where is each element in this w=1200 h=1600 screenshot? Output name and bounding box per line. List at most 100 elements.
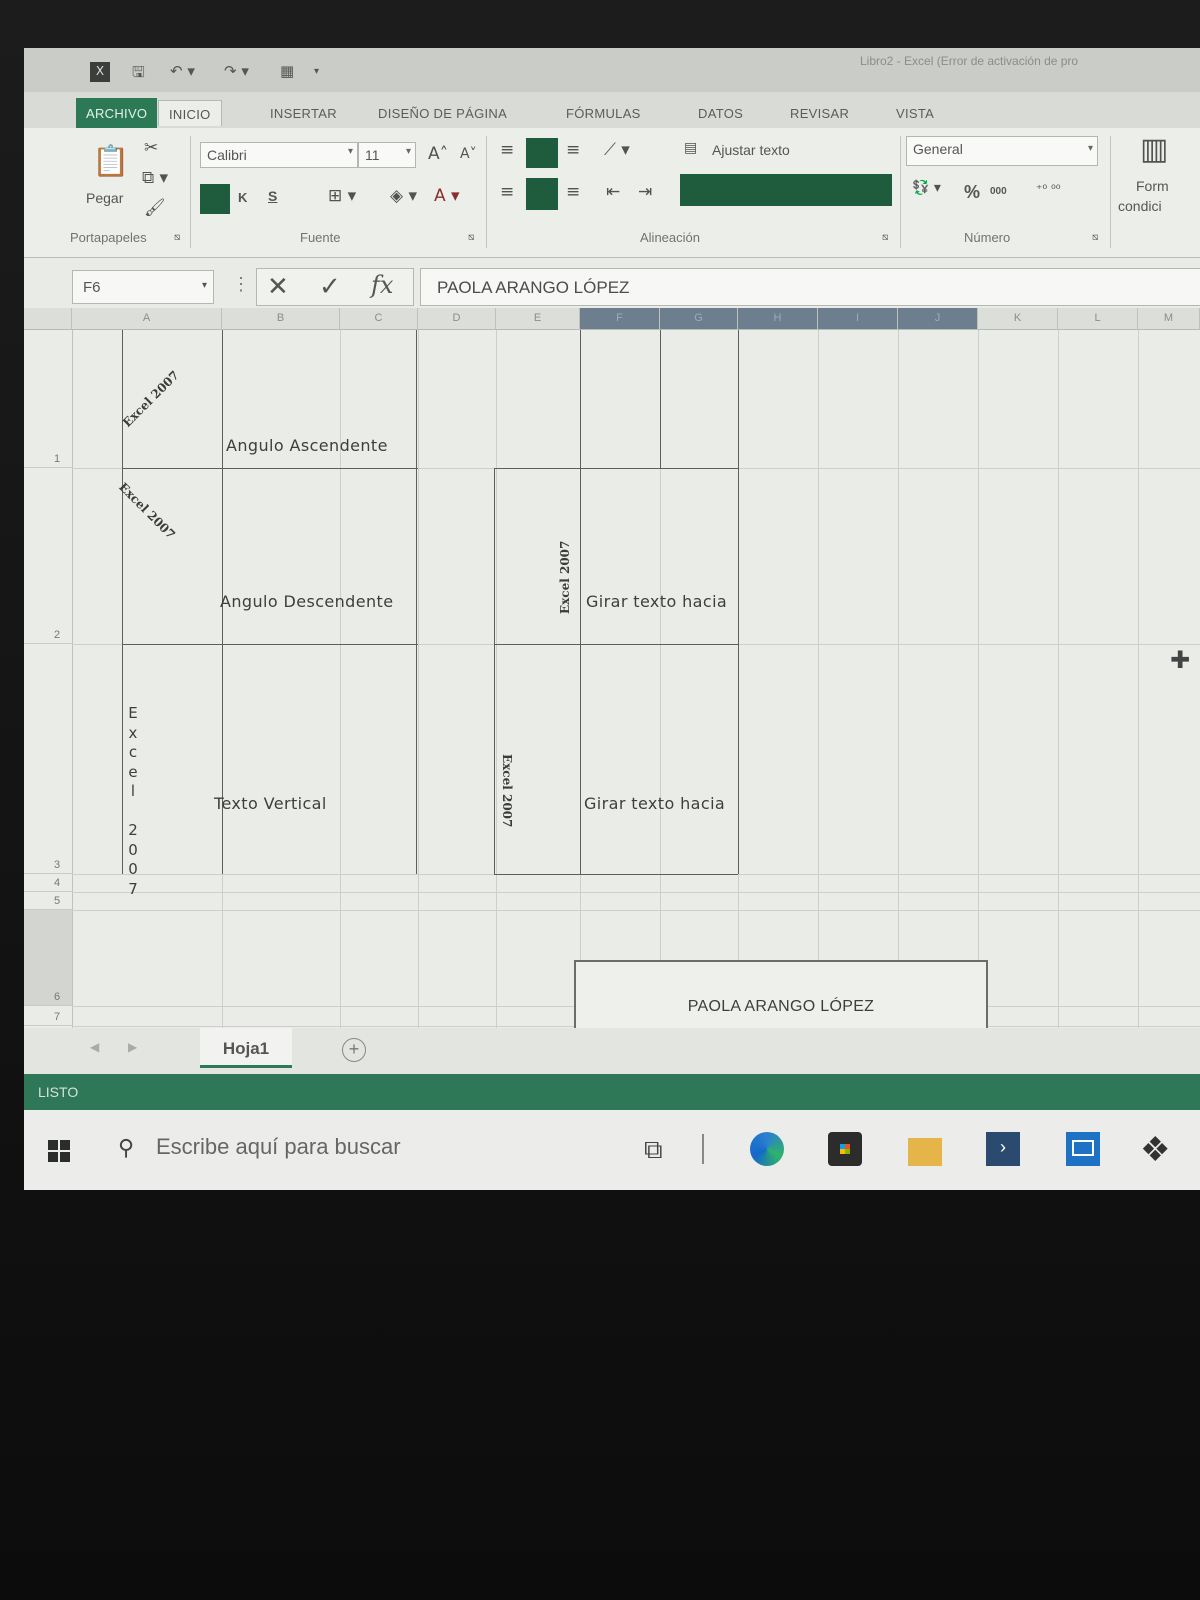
cancel-icon[interactable]: ✕ xyxy=(267,271,289,302)
row-header[interactable]: 7 xyxy=(24,1006,72,1026)
store-icon[interactable] xyxy=(828,1132,862,1166)
number-format-combo[interactable]: General ▾ xyxy=(906,136,1098,166)
column-header[interactable]: J xyxy=(898,308,978,330)
tab-inicio[interactable]: INICIO xyxy=(158,100,222,126)
column-header[interactable]: G xyxy=(660,308,738,330)
borders-icon[interactable]: ⊞ ▾ xyxy=(328,186,356,206)
bold-button[interactable] xyxy=(200,184,230,214)
cell-border xyxy=(416,330,417,874)
orientation-icon[interactable]: ⟋ ▾ xyxy=(604,140,630,160)
save-icon[interactable]: 🖫 xyxy=(132,62,145,82)
cell-a3-vertical-text: E x c e l 2 0 0 7 xyxy=(126,704,140,899)
formula-input[interactable]: PAOLA ARANGO LÓPEZ xyxy=(420,268,1200,306)
dropbox-icon[interactable]: ❖ xyxy=(1140,1130,1170,1170)
monitor-frame: X 🖫 ↶ ▾ ↷ ▾ ▦ ▾ Libro2 - Excel (Error de… xyxy=(0,0,1200,1600)
name-box[interactable]: F6 ▾ xyxy=(72,270,214,304)
select-all-corner[interactable] xyxy=(24,308,72,330)
row-header[interactable]: 3 xyxy=(24,644,72,874)
column-header[interactable]: C xyxy=(340,308,418,330)
decrease-font-icon[interactable]: A˅ xyxy=(460,146,477,162)
cell-border xyxy=(494,468,738,469)
number-format-value: General xyxy=(913,141,963,157)
tab-insertar[interactable]: INSERTAR xyxy=(260,100,347,126)
tab-formulas[interactable]: FÓRMULAS xyxy=(556,100,651,126)
redo-icon[interactable]: ↷ ▾ xyxy=(224,62,249,82)
underline-button[interactable]: S xyxy=(268,188,277,204)
font-launcher-icon[interactable]: ⧅ xyxy=(468,232,474,243)
column-header[interactable]: A xyxy=(72,308,222,330)
row-header[interactable]: 5 xyxy=(24,892,72,910)
mail-icon[interactable] xyxy=(1066,1132,1100,1166)
customize-qat-icon[interactable]: ▾ xyxy=(314,66,319,86)
increase-decimal-icon[interactable]: ⁺⁰ ⁰⁰ xyxy=(1036,182,1061,196)
tab-datos[interactable]: DATOS xyxy=(688,100,753,126)
chevron-down-icon: ▾ xyxy=(201,280,207,291)
insert-function-icon[interactable]: fx xyxy=(371,271,393,299)
column-header[interactable]: L xyxy=(1058,308,1138,330)
format-painter-icon[interactable]: 🖌 xyxy=(144,198,166,218)
form-icon[interactable]: ▦ xyxy=(280,62,294,82)
cut-icon[interactable]: ✂ xyxy=(144,138,158,158)
scroll-left-icon[interactable]: ◀ xyxy=(90,1040,99,1054)
italic-button[interactable]: K xyxy=(238,190,247,205)
column-header[interactable]: E xyxy=(496,308,580,330)
font-color-icon[interactable]: A ▾ xyxy=(434,186,460,206)
increase-indent-icon[interactable]: ⇥ xyxy=(638,182,652,202)
increase-font-icon[interactable]: A˄ xyxy=(428,144,448,164)
search-icon[interactable]: ⚲ xyxy=(118,1136,134,1161)
row-header[interactable]: 2 xyxy=(24,468,72,644)
number-launcher-icon[interactable]: ⧅ xyxy=(1092,232,1098,243)
enter-icon[interactable]: ✓ xyxy=(319,271,341,302)
align-left-icon[interactable]: ≡ xyxy=(500,182,514,202)
task-view-icon[interactable]: ⧉ xyxy=(644,1134,663,1166)
fill-color-icon[interactable]: ◈ ▾ xyxy=(390,186,417,206)
terminal-app-icon[interactable]: › xyxy=(986,1132,1020,1166)
row-header[interactable]: 4 xyxy=(24,874,72,892)
conditional-format-label[interactable]: Form xyxy=(1136,178,1169,194)
worksheet-grid[interactable]: A B C D E F G H I J K L M 1 2 3 4 5 6 7 xyxy=(24,308,1200,1058)
font-size-combo[interactable]: 11 ▾ xyxy=(358,142,416,168)
column-header[interactable]: B xyxy=(222,308,340,330)
percent-button[interactable]: % xyxy=(964,182,980,203)
conditional-format-label-2[interactable]: condici xyxy=(1118,198,1162,214)
decrease-indent-icon[interactable]: ⇤ xyxy=(606,182,620,202)
thousands-separator-button[interactable]: 000 xyxy=(990,186,1007,197)
separator xyxy=(486,136,487,248)
merge-center-button[interactable] xyxy=(680,174,892,206)
tab-revisar[interactable]: REVISAR xyxy=(780,100,859,126)
paste-button[interactable]: Pegar xyxy=(86,190,123,206)
file-explorer-icon[interactable] xyxy=(908,1138,942,1166)
wrap-text-button[interactable]: Ajustar texto xyxy=(712,142,790,158)
tab-diseno-de-pagina[interactable]: DISEÑO DE PÁGINA xyxy=(368,100,517,126)
row-header[interactable]: 6 xyxy=(24,910,72,1006)
column-header[interactable]: D xyxy=(418,308,496,330)
clipboard-launcher-icon[interactable]: ⧅ xyxy=(174,232,180,243)
add-sheet-button[interactable]: + xyxy=(342,1038,366,1062)
undo-icon[interactable]: ↶ ▾ xyxy=(170,62,195,82)
align-middle-button[interactable] xyxy=(526,138,558,168)
excel-window: X 🖫 ↶ ▾ ↷ ▾ ▦ ▾ Libro2 - Excel (Error de… xyxy=(24,48,1200,1190)
conditional-format-icon[interactable]: ▥ xyxy=(1140,132,1168,167)
column-header[interactable]: H xyxy=(738,308,818,330)
column-header[interactable]: I xyxy=(818,308,898,330)
align-bottom-icon[interactable]: ≡ xyxy=(566,140,580,160)
copy-icon[interactable]: ⧉ ▾ xyxy=(142,168,168,188)
row-header[interactable]: 1 xyxy=(24,330,72,468)
scroll-right-icon[interactable]: ▶ xyxy=(128,1040,137,1054)
windows-start-icon[interactable] xyxy=(48,1140,70,1162)
align-right-icon[interactable]: ≡ xyxy=(566,182,580,202)
sheet-tab-hoja1[interactable]: Hoja1 xyxy=(200,1028,292,1068)
column-header[interactable]: K xyxy=(978,308,1058,330)
font-name-combo[interactable]: Calibri ▾ xyxy=(200,142,358,168)
accounting-format-icon[interactable]: 💱 ▾ xyxy=(912,180,941,196)
column-header[interactable]: F xyxy=(580,308,660,330)
align-top-icon[interactable]: ≡ xyxy=(500,140,514,160)
align-center-button[interactable] xyxy=(526,178,558,210)
taskbar-search-input[interactable]: Escribe aquí para buscar xyxy=(156,1134,401,1160)
edge-browser-icon[interactable] xyxy=(750,1132,784,1166)
clipboard-icon[interactable]: 📋 xyxy=(92,144,129,179)
tab-vista[interactable]: VISTA xyxy=(886,100,944,126)
column-header[interactable]: M xyxy=(1138,308,1200,330)
alignment-launcher-icon[interactable]: ⧅ xyxy=(882,232,888,243)
tab-archivo[interactable]: ARCHIVO xyxy=(76,98,158,128)
